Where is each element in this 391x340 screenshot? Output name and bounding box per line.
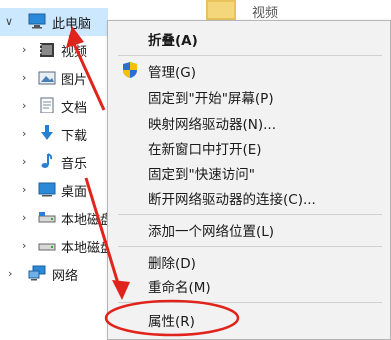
chevron-down-icon[interactable]: ∨ (5, 15, 13, 28)
menu-item-label: 固定到"开始"屏幕(P) (148, 91, 274, 107)
chevron-right-icon[interactable]: › (22, 239, 26, 252)
menu-item-label: 映射网络驱动器(N)... (148, 117, 277, 133)
chevron-right-icon[interactable]: › (22, 127, 26, 140)
menu-item-add-network-location[interactable]: 添加一个网络位置(L) (108, 217, 391, 243)
menu-item-label: 添加一个网络位置(L) (148, 224, 275, 240)
music-icon (41, 153, 53, 168)
nav-item-downloads[interactable]: 下载 (61, 120, 87, 148)
chevron-right-icon[interactable]: › (22, 183, 26, 196)
chevron-right-icon[interactable]: › (22, 43, 26, 56)
nav-item-label: 音乐 (61, 156, 88, 172)
menu-item-map-network-drive[interactable]: 映射网络驱动器(N)... (108, 110, 391, 136)
menu-separator (118, 214, 382, 215)
chevron-right-icon[interactable]: › (22, 71, 26, 84)
nav-item-label: 本地磁盘 (61, 240, 114, 256)
chevron-right-icon[interactable]: › (22, 99, 26, 112)
menu-separator (118, 246, 382, 247)
nav-item-desktop[interactable]: 桌面 (61, 176, 87, 204)
computer-icon (28, 13, 46, 29)
nav-item-label: 视频 (61, 44, 88, 60)
nav-item-videos[interactable]: 视频 (61, 36, 87, 64)
nav-item-label: 本地磁盘 (61, 212, 114, 228)
menu-item-rename[interactable]: 重命名(M) (108, 273, 391, 299)
nav-item-label: 此电脑 (52, 16, 92, 32)
menu-item-properties[interactable]: 属性(R) (108, 307, 391, 333)
network-icon (28, 265, 46, 281)
chevron-right-icon[interactable]: › (22, 211, 26, 224)
nav-item-documents[interactable]: 文档 (61, 92, 87, 120)
drive-icon (38, 243, 56, 251)
nav-item-pictures[interactable]: 图片 (61, 64, 87, 92)
menu-item-label: 断开网络驱动器的连接(C)... (148, 192, 316, 208)
nav-item-network[interactable]: 网络 (52, 260, 78, 288)
menu-separator (118, 55, 382, 56)
menu-item-label: 属性(R) (148, 314, 195, 330)
nav-item-label: 桌面 (61, 184, 88, 200)
menu-item-label: 折叠(A) (148, 33, 198, 49)
menu-item-collapse[interactable]: 折叠(A) (108, 26, 391, 52)
nav-item-label: 网络 (52, 268, 79, 284)
menu-item-pin-quick-access[interactable]: 固定到"快速访问" (108, 160, 391, 186)
pictures-icon (38, 71, 56, 85)
menu-separator (118, 302, 382, 303)
chevron-right-icon[interactable]: › (22, 155, 26, 168)
menu-item-disconnect-network-drive[interactable]: 断开网络驱动器的连接(C)... (108, 185, 391, 211)
drive-icon (38, 212, 56, 223)
nav-item-this-pc[interactable]: 此电脑 (52, 8, 91, 36)
download-icon (41, 125, 53, 140)
chevron-right-icon[interactable]: › (8, 267, 12, 280)
nav-item-local-disk[interactable]: 本地磁盘 (61, 204, 113, 232)
video-icon (40, 43, 54, 57)
menu-item-label: 在新窗口中打开(E) (148, 142, 262, 158)
nav-item-music[interactable]: 音乐 (61, 148, 87, 176)
documents-icon (40, 97, 54, 113)
menu-item-label: 固定到"快速访问" (148, 167, 255, 183)
menu-item-label: 删除(D) (148, 256, 196, 272)
menu-item-open-new-window[interactable]: 在新窗口中打开(E) (108, 135, 391, 161)
context-menu: 折叠(A) 管理(G) 固定到"开始"屏幕(P) 映射网络驱动器(N)... 在… (107, 20, 391, 340)
desktop-icon (38, 182, 56, 197)
menu-item-pin-to-start[interactable]: 固定到"开始"屏幕(P) (108, 84, 391, 110)
menu-item-label: 管理(G) (148, 65, 196, 81)
nav-item-label: 下载 (61, 128, 88, 144)
folder-label[interactable]: 视频 (252, 2, 278, 21)
folder-icon[interactable] (206, 0, 236, 20)
nav-item-local-disk[interactable]: 本地磁盘 (61, 232, 113, 260)
menu-item-manage[interactable]: 管理(G) (108, 58, 391, 84)
nav-item-label: 文档 (61, 100, 88, 116)
nav-item-label: 图片 (61, 72, 88, 88)
menu-item-delete[interactable]: 删除(D) (108, 249, 391, 275)
menu-item-label: 重命名(M) (148, 280, 211, 296)
